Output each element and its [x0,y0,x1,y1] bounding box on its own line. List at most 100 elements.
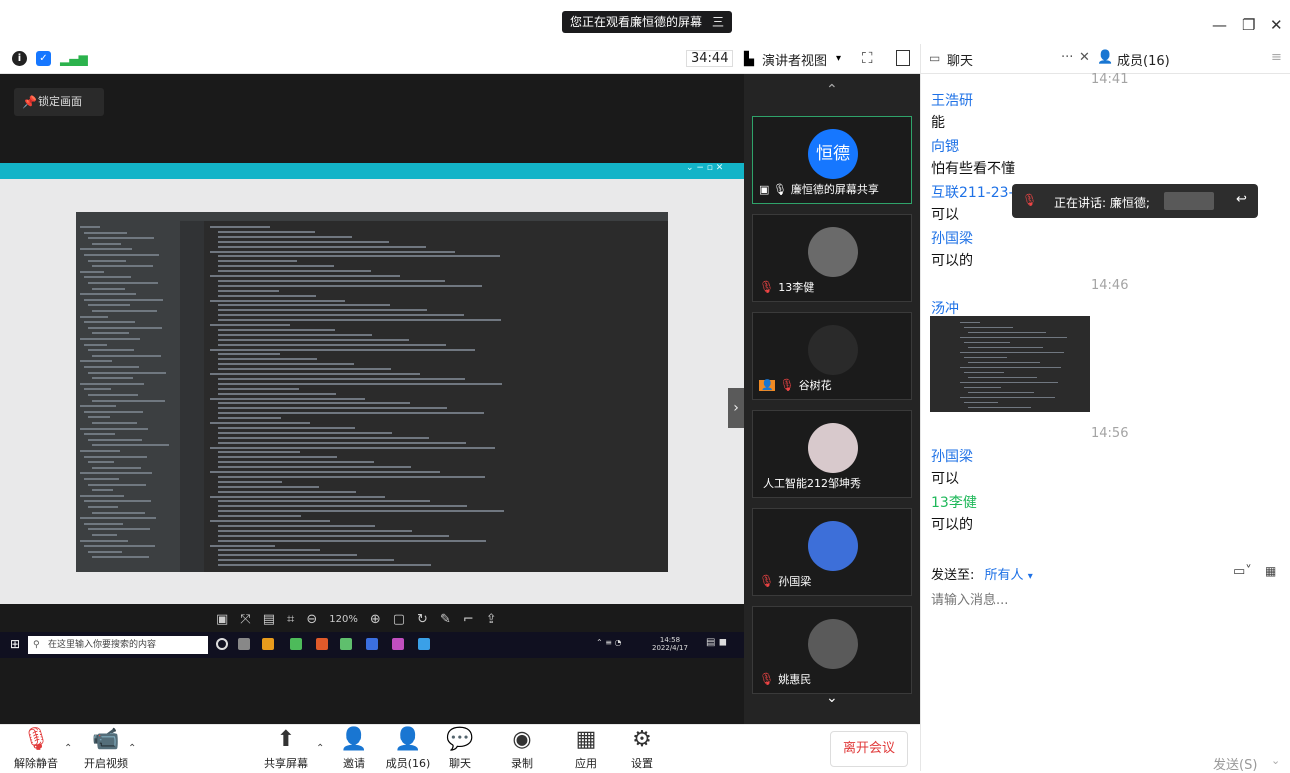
screenshot-icon[interactable]: ▦ [1265,564,1276,578]
tree-line [88,304,130,307]
code-line [218,353,280,356]
edit-icon[interactable]: ✎ [440,612,451,628]
fit-icon[interactable]: ⤧ [240,612,250,628]
code-line [218,466,411,469]
code-line [960,337,1067,338]
share-screen-button[interactable]: ⬆ 共享屏幕 [256,727,316,771]
speaking-label: 正在讲话: 廉恒德; [1054,196,1150,210]
compare-icon[interactable]: ▤ [263,612,275,628]
chat-message-input[interactable] [931,590,1271,610]
close-chat-icon[interactable]: ✕ [1079,50,1090,65]
tree-line [80,494,124,497]
code-line [218,441,466,444]
tree-line [88,394,138,396]
mic-off-icon: 🎙 [22,727,50,752]
collapse-gallery-handle[interactable]: › [728,388,744,428]
avatar [808,619,858,669]
rotate-icon[interactable]: ↻ [417,612,428,628]
mic-icon: ▣ 🎙 [759,182,787,196]
share-icon[interactable]: ⇪ [486,612,497,628]
crop-icon[interactable]: ⌐ [463,612,474,628]
file-icon[interactable]: ▭˅ [1233,564,1252,579]
chevron-down-icon[interactable]: ▾ [836,53,841,64]
code-line [218,436,429,439]
code-line [218,564,431,567]
info-icon[interactable]: i [12,51,27,66]
send-button[interactable]: 发送(S) [1213,754,1257,773]
tree-line [80,539,128,542]
participant-tile[interactable]: 🎙 姚惠民 [752,606,912,694]
send-options-icon[interactable]: ⌄ [1271,754,1280,767]
taskbar-search: ⚲ 在这里输入你要搜索的内容 [28,636,208,654]
members-button[interactable]: 👤 成员(16) [378,727,438,771]
participant-name-row: 👤 🎙 谷树花 [759,377,832,393]
invite-button[interactable]: 👤 邀请 [324,727,384,771]
zoom-out-icon[interactable]: ⊖ [306,612,317,628]
participant-tile[interactable]: 恒德 ▣ 🎙 廉恒德的屏幕共享 [752,116,912,204]
scroll-up-icon[interactable]: ⌃ [826,82,838,98]
chat-button[interactable]: 💬 聊天 [430,727,490,771]
participant-tile[interactable]: 人工智能212邹坤秀 [752,410,912,498]
send-to-selector[interactable]: 发送至: 所有人 ▾ [931,564,1033,583]
chevron-up-icon[interactable]: ⌃ [128,743,136,754]
chat-message: 能 [931,115,945,131]
fullscreen-icon[interactable]: ⛶ [862,49,873,67]
signal-icon[interactable]: ▂▄▆ [60,52,88,66]
code-line [964,327,1013,328]
code-line [210,422,310,424]
participant-tile[interactable]: 👤 🎙 谷树花 [752,312,912,400]
chat-label: 聊天 [449,757,471,770]
unmute-button[interactable]: 🎙 解除静音 [6,727,66,771]
tab-members[interactable]: 成员(16) [1117,50,1170,69]
leave-meeting-button[interactable]: 离开会议 [830,731,908,767]
apps-button[interactable]: ▦ 应用 [556,727,616,771]
participant-tile[interactable]: 🎙 13李健 [752,214,912,302]
chat-time: 14:41 [1091,72,1129,87]
tree-line [84,410,143,413]
more-icon[interactable]: ··· [1061,50,1073,65]
scroll-down-icon[interactable]: ⌄ [826,690,838,706]
code-line [210,348,475,351]
save-icon[interactable]: ▣ [216,612,228,628]
reply-icon[interactable]: ↩ [1236,192,1247,207]
code-line [218,451,300,454]
code-line [964,342,1010,343]
lock-screen-button[interactable]: 📌 锁定画面 [14,88,104,116]
shield-icon[interactable]: ✓ [36,51,51,66]
one-to-one-icon[interactable]: ▢ [393,612,405,628]
code-line [968,332,1046,333]
pin-icon: 📌 [22,95,37,109]
code-line [218,284,482,287]
start-video-button[interactable]: 📹 开启视频 [76,727,136,771]
tab-chat[interactable]: 聊天 [947,50,973,69]
chevron-up-icon[interactable]: ⌃ [64,743,72,754]
sidebar-toggle-icon[interactable] [896,50,910,66]
panel-menu-icon[interactable]: ≡ [1271,50,1282,65]
tree-line [88,416,110,419]
meeting-toolbar: i ✓ ▂▄▆ 34:44 ▙ 演讲者视图 ▾ ⛶ [0,44,920,74]
code-line [218,480,282,483]
settings-button[interactable]: ⚙ 设置 [612,727,672,771]
send-to-value[interactable]: 所有人 [985,568,1024,583]
camera-off-icon: 📹 [92,727,120,752]
record-button[interactable]: ◉ 录制 [492,727,552,771]
code-line [210,226,270,228]
code-line [218,270,371,273]
participant-tile[interactable]: 🎙 孙国梁 [752,508,912,596]
zoom-in-icon[interactable]: ⊕ [370,612,381,628]
chat-sender: 互联211-23- [931,185,1014,201]
code-line [218,377,465,380]
minimize-icon[interactable]: — [1212,16,1227,34]
chat-image-thumbnail[interactable] [930,316,1090,412]
banner-menu-icon[interactable]: 三 [712,11,724,33]
chevron-down-icon[interactable]: ▾ [1028,571,1033,582]
tree-line [88,349,134,352]
taskbar-search-text: 在这里输入你要搜索的内容 [48,640,157,650]
restore-icon[interactable]: ❐ [1242,16,1255,34]
record-icon: ◉ [512,727,532,752]
share-banner[interactable]: 您正在观看廉恒德的屏幕 三 [562,11,733,33]
close-icon[interactable]: ✕ [1270,16,1283,34]
tree-line [84,298,163,301]
view-mode-dropdown[interactable]: 演讲者视图 [762,50,827,69]
actual-size-icon[interactable]: ⌗ [287,612,294,628]
